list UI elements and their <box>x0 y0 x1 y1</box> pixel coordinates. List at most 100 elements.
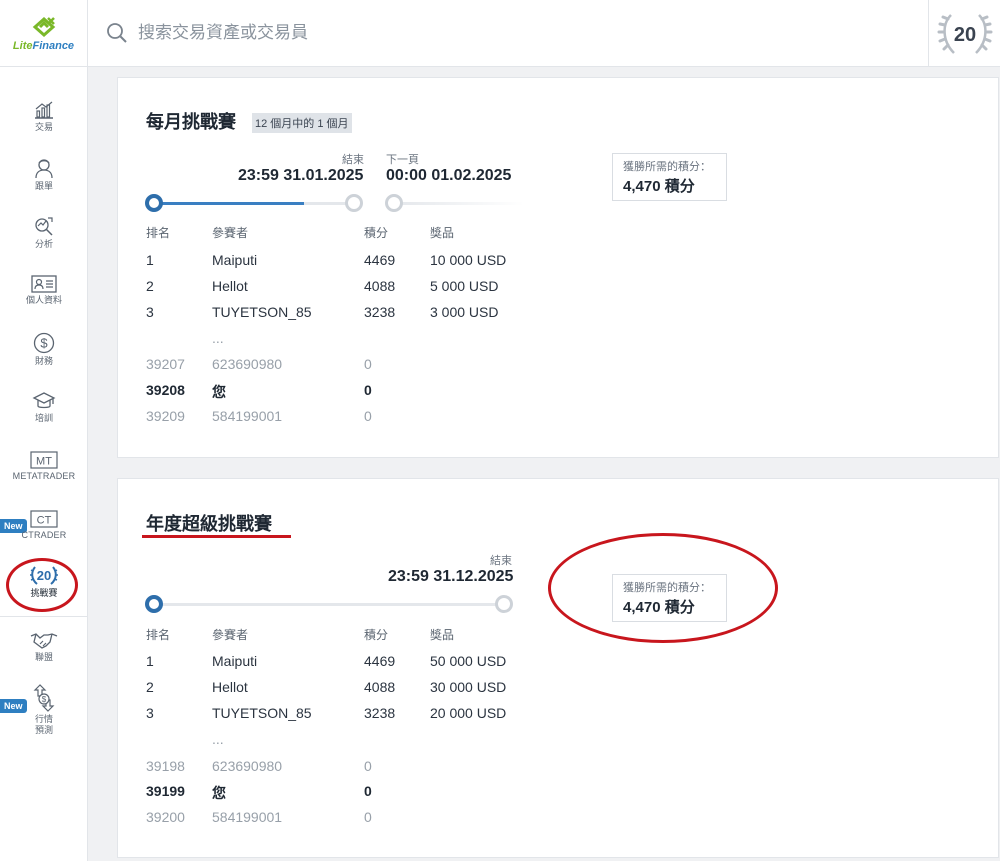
participant-cell: 623690980 <box>212 758 283 774</box>
points-cell: 4469 <box>364 653 396 669</box>
rank-cell: 2 <box>146 278 154 294</box>
rank-cell: 3 <box>146 705 154 721</box>
progress-fill <box>154 202 304 205</box>
points-cell: 3238 <box>364 304 396 320</box>
annotation-underline <box>142 535 291 538</box>
participant-cell: 584199001 <box>212 809 283 825</box>
dollar-icon: $ <box>33 332 55 354</box>
search-input[interactable] <box>138 18 838 48</box>
rank-cell: 1 <box>146 653 154 669</box>
sidebar-item-forecast[interactable]: $ 行情 預測 <box>0 684 88 736</box>
points-cell: 3238 <box>364 705 396 721</box>
column-header-rank: 排名 <box>146 226 171 240</box>
sidebar-item-metatrader[interactable]: MT METATRADER <box>0 451 88 482</box>
sidebar-item-finance[interactable]: $ 財務 <box>0 332 88 367</box>
column-header-prize: 獎品 <box>430 628 455 642</box>
requirement-box: 獲勝所需的積分： 4,470 積分 <box>612 153 727 201</box>
chart-icon <box>35 101 53 119</box>
next-label: 下一頁 <box>386 154 419 166</box>
rank-cell: 39198 <box>146 758 185 774</box>
period-pill: 12 個月中的 1 個月 <box>252 113 352 133</box>
next-time: 00:00 01.02.2025 <box>386 167 512 184</box>
sidebar-item-label: 分析 <box>34 239 53 249</box>
end-time: 23:59 31.01.2025 <box>238 167 364 184</box>
sidebar-item-profile[interactable]: 個人資料 <box>0 275 88 306</box>
end-label: 結束 <box>490 555 512 567</box>
points-cell: 4088 <box>364 679 396 695</box>
sidebar-item-ctrader[interactable]: CT CTRADER <box>0 510 88 541</box>
sidebar-item-label: 聯盟 <box>34 652 53 662</box>
annual-challenge-card: 年度超級挑戰賽 結束 23:59 31.12.2025 獲勝所需的積分： 4,4… <box>117 478 999 858</box>
graduation-cap-icon <box>32 392 56 409</box>
participant-cell: Hellot <box>212 278 248 294</box>
column-header-prize: 獎品 <box>430 226 455 240</box>
user-icon <box>35 159 53 179</box>
participant-cell: TUYETSON_85 <box>212 304 312 320</box>
end-time: 23:59 31.12.2025 <box>388 568 514 585</box>
rank-cell: 39200 <box>146 809 185 825</box>
top-header: 20 <box>88 0 1000 67</box>
rank-cell: 3 <box>146 304 154 320</box>
column-header-points: 積分 <box>364 628 389 642</box>
rank-cell: 39207 <box>146 356 185 372</box>
logo-icon <box>32 16 55 37</box>
anniversary-badge[interactable]: 20 <box>928 0 1000 67</box>
sidebar-item-affiliate[interactable]: 聯盟 <box>0 630 88 663</box>
ellipsis: ... <box>212 731 224 747</box>
profile-card-icon <box>31 275 57 293</box>
participant-cell: Maiputi <box>212 252 258 268</box>
participant-cell: Hellot <box>212 679 248 695</box>
search-icon[interactable] <box>106 22 128 44</box>
sidebar-item-copy[interactable]: 跟單 <box>0 157 88 192</box>
points-cell: 0 <box>364 408 372 424</box>
sidebar-item-analysis[interactable]: 分析 <box>0 215 88 250</box>
metatrader-icon: MT <box>30 451 58 469</box>
sidebar-item-label: 培訓 <box>34 413 53 423</box>
forecast-icon: $ <box>33 684 55 712</box>
points-cell: 0 <box>364 382 372 398</box>
column-header-rank: 排名 <box>146 628 171 642</box>
prize-cell: 50 000 USD <box>430 653 507 669</box>
svg-text:CT: CT <box>37 515 52 527</box>
sidebar-item-education[interactable]: 培訓 <box>0 391 88 424</box>
participant-cell: 您 <box>212 384 226 400</box>
participant-cell: 您 <box>212 785 226 801</box>
ellipsis: ... <box>212 330 224 346</box>
logo-text: LiteFinance <box>12 39 75 52</box>
rank-cell: 39208 <box>146 382 185 398</box>
sidebar-item-trade[interactable]: 交易 <box>0 100 88 133</box>
participant-cell: 584199001 <box>212 408 283 424</box>
column-header-participant: 參賽者 <box>212 226 249 240</box>
points-cell: 0 <box>364 356 372 372</box>
progress-start-dot <box>145 194 163 212</box>
prize-cell: 10 000 USD <box>430 252 507 268</box>
analysis-icon <box>35 217 53 236</box>
points-cell: 4469 <box>364 252 396 268</box>
prize-cell: 5 000 USD <box>430 278 499 294</box>
prize-cell: 20 000 USD <box>430 705 507 721</box>
participant-cell: 623690980 <box>212 356 283 372</box>
requirement-value: 4,470 積分 <box>623 178 695 195</box>
prize-cell: 30 000 USD <box>430 679 507 695</box>
next-start-dot <box>385 194 403 212</box>
requirement-label: 獲勝所需的積分： <box>623 161 711 173</box>
end-label: 結束 <box>342 154 364 166</box>
svg-text:$: $ <box>40 336 48 351</box>
rank-cell: 2 <box>146 679 154 695</box>
monthly-challenge-card: 每月挑戰賽 12 個月中的 1 個月 結束 23:59 31.01.2025 下… <box>117 77 999 458</box>
handshake-icon <box>30 633 58 649</box>
annotation-circle-sidebar <box>6 558 78 612</box>
points-cell: 4088 <box>364 278 396 294</box>
sidebar: LiteFinance 交易 跟單 分析 個人資料 $ 財務 培訓 MT MET… <box>0 0 88 861</box>
participant-cell: TUYETSON_85 <box>212 705 312 721</box>
annotation-circle-requirement <box>548 533 778 643</box>
progress-start-dot <box>145 595 163 613</box>
progress-track <box>154 603 504 606</box>
sidebar-item-label: 交易 <box>34 122 53 132</box>
logo[interactable]: LiteFinance <box>0 0 87 67</box>
sidebar-item-label: 行情 預測 <box>34 714 53 735</box>
svg-text:MT: MT <box>36 456 52 468</box>
rank-cell: 39209 <box>146 408 185 424</box>
sidebar-item-label: 跟單 <box>34 181 53 191</box>
card-title: 每月挑戰賽 <box>146 112 236 132</box>
